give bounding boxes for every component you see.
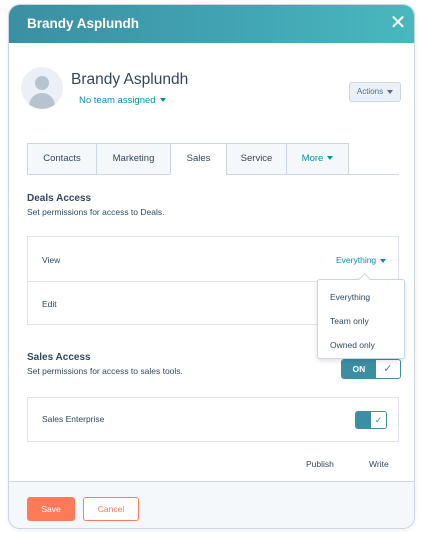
tab-service[interactable]: Service — [226, 143, 286, 175]
user-name: Brandy Asplundh — [71, 71, 189, 88]
chevron-down-icon — [387, 89, 394, 94]
cancel-button[interactable]: Cancel — [83, 497, 139, 521]
view-permission-menu: Everything Team only Owned only — [317, 279, 405, 359]
publish-column-header: Publish — [306, 459, 334, 469]
toggle-fill — [356, 412, 371, 428]
menu-item-team-only[interactable]: Team only — [330, 316, 369, 326]
panel-footer: Save Cancel — [9, 481, 414, 528]
sales-access-toggle[interactable]: ON ✓ — [341, 359, 401, 379]
tab-sales[interactable]: Sales — [170, 143, 226, 175]
actions-label: Actions — [356, 87, 384, 96]
check-icon: ✓ — [375, 360, 400, 378]
view-permission-value: Everything — [336, 255, 377, 265]
write-column-header: Write — [369, 459, 389, 469]
toggle-on-label: ON — [342, 360, 376, 378]
close-icon[interactable]: ✕ — [386, 11, 410, 35]
deals-access-description: Set permissions for access to Deals. — [27, 207, 165, 217]
tab-bar: Contacts Marketing Sales Service More — [27, 143, 349, 175]
panel-title: Brandy Asplundh — [27, 16, 140, 31]
actions-button[interactable]: Actions — [349, 82, 401, 102]
edit-label: Edit — [42, 299, 57, 309]
tab-more-label: More — [301, 153, 324, 164]
tab-contacts[interactable]: Contacts — [27, 143, 96, 175]
view-permission-dropdown[interactable]: Everything — [336, 255, 387, 265]
avatar-body — [29, 93, 55, 109]
tab-marketing[interactable]: Marketing — [96, 143, 170, 175]
tab-more[interactable]: More — [286, 143, 349, 175]
panel-header: Brandy Asplundh ✕ — [9, 5, 414, 43]
sales-access-title: Sales Access — [27, 352, 91, 363]
save-button[interactable]: Save — [27, 497, 75, 521]
avatar-head — [35, 76, 49, 90]
view-label: View — [42, 255, 61, 265]
team-label: No team assigned — [79, 95, 156, 106]
sales-enterprise-card: Sales Enterprise — [27, 397, 399, 442]
check-icon: ✓ — [371, 412, 386, 428]
team-dropdown[interactable]: No team assigned — [79, 95, 166, 106]
sales-enterprise-label: Sales Enterprise — [42, 414, 105, 424]
avatar — [21, 67, 63, 109]
chevron-down-icon — [327, 156, 334, 161]
chevron-down-icon — [159, 98, 166, 103]
user-permissions-panel: Brandy Asplundh ✕ Brandy Asplundh No tea… — [8, 4, 415, 529]
deals-access-title: Deals Access — [27, 193, 92, 204]
menu-item-everything[interactable]: Everything — [330, 292, 370, 302]
sales-access-description: Set permissions for access to sales tool… — [27, 366, 183, 376]
tabs-underline — [349, 174, 399, 175]
sales-enterprise-toggle[interactable]: ✓ — [355, 411, 387, 429]
menu-item-owned-only[interactable]: Owned only — [330, 340, 375, 350]
chevron-down-icon — [380, 258, 387, 263]
